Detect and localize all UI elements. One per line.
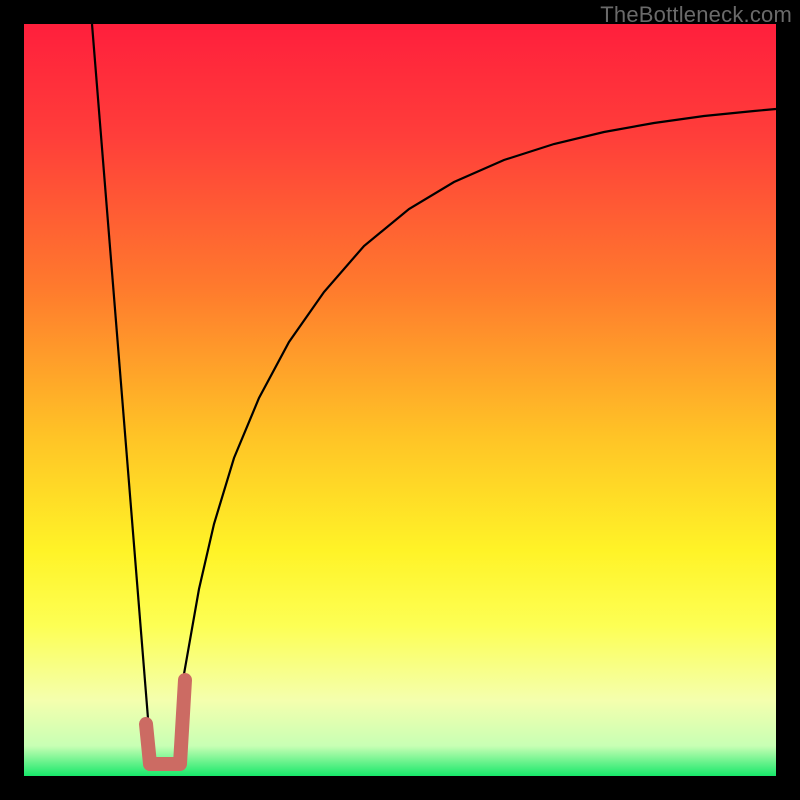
chart-frame: TheBottleneck.com [0,0,800,800]
gradient-background [24,24,776,776]
watermark-text: TheBottleneck.com [600,2,792,28]
chart-plot [24,24,776,776]
